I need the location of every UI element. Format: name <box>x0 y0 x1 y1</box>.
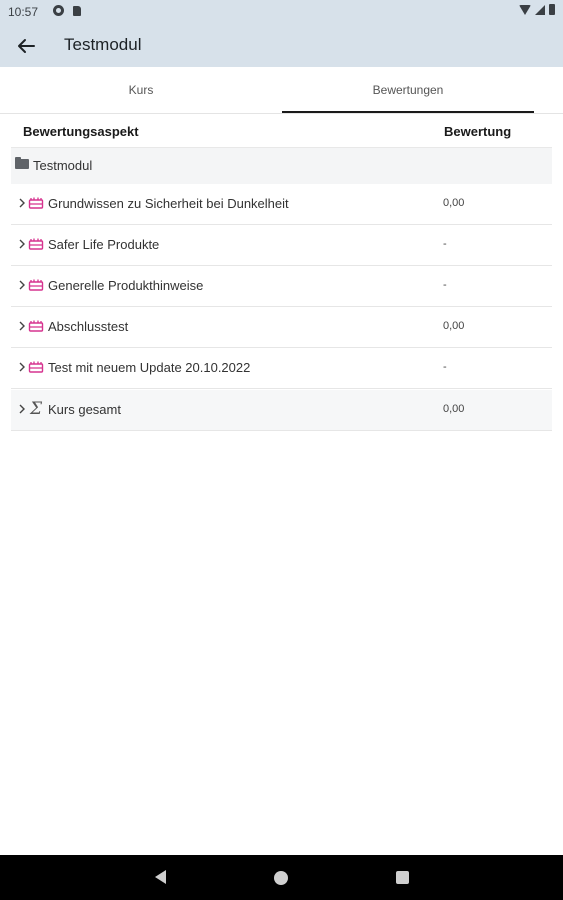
column-header-grade: Bewertung <box>444 124 512 139</box>
assignment-icon <box>28 197 44 209</box>
table-row[interactable]: Generelle Produkthinweise - <box>11 266 552 307</box>
nav-recents-icon[interactable] <box>396 871 409 884</box>
row-name[interactable]: Abschlusstest <box>48 319 128 334</box>
chevron-right-icon[interactable] <box>17 279 27 291</box>
dnd-icon <box>53 5 64 16</box>
sigma-icon: Σ <box>30 399 43 419</box>
row-grade: 0,00 <box>443 320 465 332</box>
nav-home-icon[interactable] <box>274 871 288 885</box>
row-name[interactable]: Generelle Produkthinweise <box>48 278 203 293</box>
battery-icon <box>549 4 555 15</box>
chevron-right-icon[interactable] <box>17 197 27 209</box>
tab-bar: Kurs Bewertungen <box>0 67 563 114</box>
assignment-icon <box>28 238 44 250</box>
nav-back-icon[interactable] <box>155 870 166 884</box>
row-grade: 0,00 <box>443 197 465 209</box>
chevron-right-icon[interactable] <box>17 403 27 415</box>
arrow-left-icon <box>18 39 35 53</box>
chevron-right-icon[interactable] <box>17 361 27 373</box>
chevron-right-icon[interactable] <box>17 238 27 250</box>
wifi-icon <box>519 5 531 15</box>
back-button[interactable] <box>12 32 40 60</box>
row-name[interactable]: Safer Life Produkte <box>48 237 159 252</box>
signal-icon <box>535 5 545 15</box>
table-header: Bewertungsaspekt Bewertung <box>0 114 563 148</box>
page-title: Testmodul <box>64 35 142 54</box>
row-name[interactable]: Grundwissen zu Sicherheit bei Dunkelheit <box>48 196 289 211</box>
folder-icon <box>15 157 29 169</box>
tab-kurs-label: Kurs <box>128 83 154 97</box>
table-row[interactable]: Safer Life Produkte - <box>11 225 552 266</box>
table-row[interactable]: Test mit neuem Update 20.10.2022 - <box>11 348 552 389</box>
app-bar: 10:57 Testmodul <box>0 0 563 67</box>
tab-bewertungen-label: Bewertungen <box>372 83 444 97</box>
row-grade: - <box>443 279 447 291</box>
system-nav-bar <box>0 855 563 900</box>
active-tab-indicator <box>282 111 534 113</box>
row-grade: 0,00 <box>443 403 465 415</box>
course-total-row[interactable]: Σ Kurs gesamt 0,00 <box>11 390 552 431</box>
module-label: Testmodul <box>33 158 93 173</box>
tab-bewertungen[interactable]: Bewertungen <box>282 67 534 113</box>
table-row[interactable]: Grundwissen zu Sicherheit bei Dunkelheit… <box>11 184 552 225</box>
module-category-row: Testmodul <box>11 148 552 184</box>
row-grade: - <box>443 238 447 250</box>
status-time: 10:57 <box>8 5 39 19</box>
assignment-icon <box>28 279 44 291</box>
tab-kurs[interactable]: Kurs <box>0 67 282 113</box>
chevron-right-icon[interactable] <box>17 320 27 332</box>
row-name: Kurs gesamt <box>48 402 121 417</box>
table-row[interactable]: Abschlusstest 0,00 <box>11 307 552 348</box>
row-name[interactable]: Test mit neuem Update 20.10.2022 <box>48 360 250 375</box>
status-bar: 10:57 <box>0 0 563 24</box>
sd-card-icon <box>73 6 81 16</box>
assignment-icon <box>28 320 44 332</box>
assignment-icon <box>28 361 44 373</box>
column-header-aspect: Bewertungsaspekt <box>23 124 139 139</box>
row-grade: - <box>443 361 447 373</box>
